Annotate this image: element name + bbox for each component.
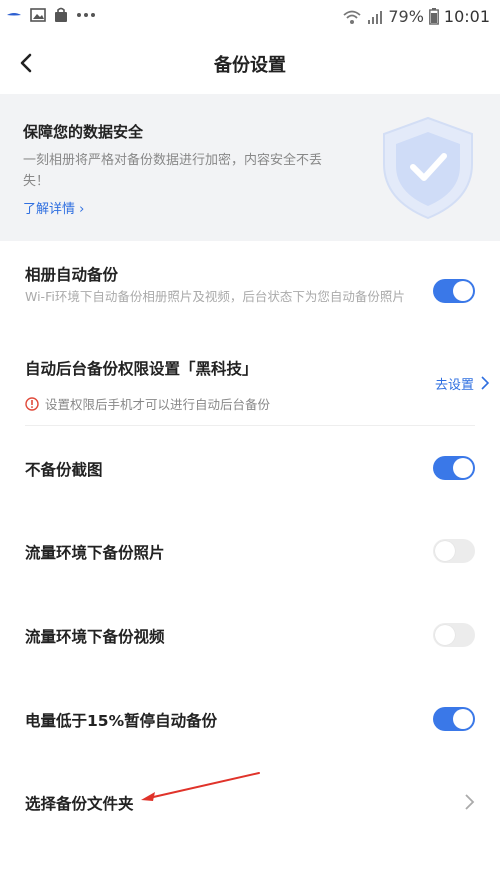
app-notification-icon bbox=[7, 13, 21, 16]
cellular-photos-toggle[interactable] bbox=[433, 539, 475, 563]
cellular-videos-toggle[interactable] bbox=[433, 623, 475, 647]
skip-screenshots-toggle[interactable] bbox=[433, 456, 475, 480]
go-setting-chevron-icon[interactable] bbox=[480, 376, 490, 390]
signal-icon bbox=[368, 10, 383, 24]
low-battery-pause-title: 电量低于15%暂停自动备份 bbox=[25, 712, 218, 730]
toggle-knob bbox=[453, 281, 473, 301]
background-permission-title: 自动后台备份权限设置「黑科技」 bbox=[25, 360, 258, 378]
status-bar: 79% 10:01 bbox=[0, 0, 500, 34]
status-bar-right: 79% 10:01 bbox=[342, 7, 490, 26]
wifi-icon bbox=[343, 10, 361, 24]
toggle-knob bbox=[453, 709, 473, 729]
toggle-knob bbox=[453, 458, 473, 478]
go-setting-link[interactable]: 去设置 bbox=[435, 374, 474, 393]
album-backup-title: 相册自动备份 bbox=[25, 266, 119, 284]
battery-icon bbox=[428, 8, 439, 25]
status-bar-left bbox=[6, 7, 96, 23]
shield-icon bbox=[383, 116, 473, 220]
permission-warning: 设置权限后手机才可以进行自动后台备份 bbox=[25, 394, 270, 413]
learn-more-link[interactable]: 了解详情 › bbox=[23, 198, 84, 217]
select-folder-title[interactable]: 选择备份文件夹 bbox=[25, 792, 134, 814]
divider bbox=[25, 425, 475, 426]
toggle-knob bbox=[435, 625, 455, 645]
warning-text: 设置权限后手机才可以进行自动后台备份 bbox=[45, 397, 271, 412]
low-battery-pause-toggle[interactable] bbox=[433, 707, 475, 731]
album-backup-toggle[interactable] bbox=[433, 279, 475, 303]
more-dots-icon bbox=[77, 13, 95, 17]
album-backup-subtitle: Wi-Fi环境下自动备份相册照片及视频，后台状态下为您自动备份照片 bbox=[25, 289, 405, 304]
go-setting-label: 去设置 bbox=[435, 378, 475, 393]
shopping-bag-icon bbox=[55, 7, 67, 22]
page-title: 备份设置 bbox=[214, 55, 286, 76]
banner-title: 保障您的数据安全 bbox=[23, 123, 144, 141]
toggle-knob bbox=[435, 541, 455, 561]
clock: 10:01 bbox=[443, 7, 490, 26]
warning-icon bbox=[25, 396, 39, 411]
banner-description: 一刻相册将严格对备份数据进行加密，内容安全不丢失！ bbox=[23, 153, 323, 189]
chevron-right-icon[interactable] bbox=[464, 793, 476, 811]
cellular-videos-title: 流量环境下备份视频 bbox=[25, 628, 165, 646]
gallery-icon bbox=[30, 8, 46, 22]
header: 备份设置 bbox=[0, 34, 500, 92]
cellular-photos-title: 流量环境下备份照片 bbox=[25, 544, 165, 562]
battery-percent: 79% bbox=[388, 7, 424, 26]
annotation-arrow-icon bbox=[141, 772, 260, 801]
skip-screenshots-title: 不备份截图 bbox=[25, 461, 103, 479]
